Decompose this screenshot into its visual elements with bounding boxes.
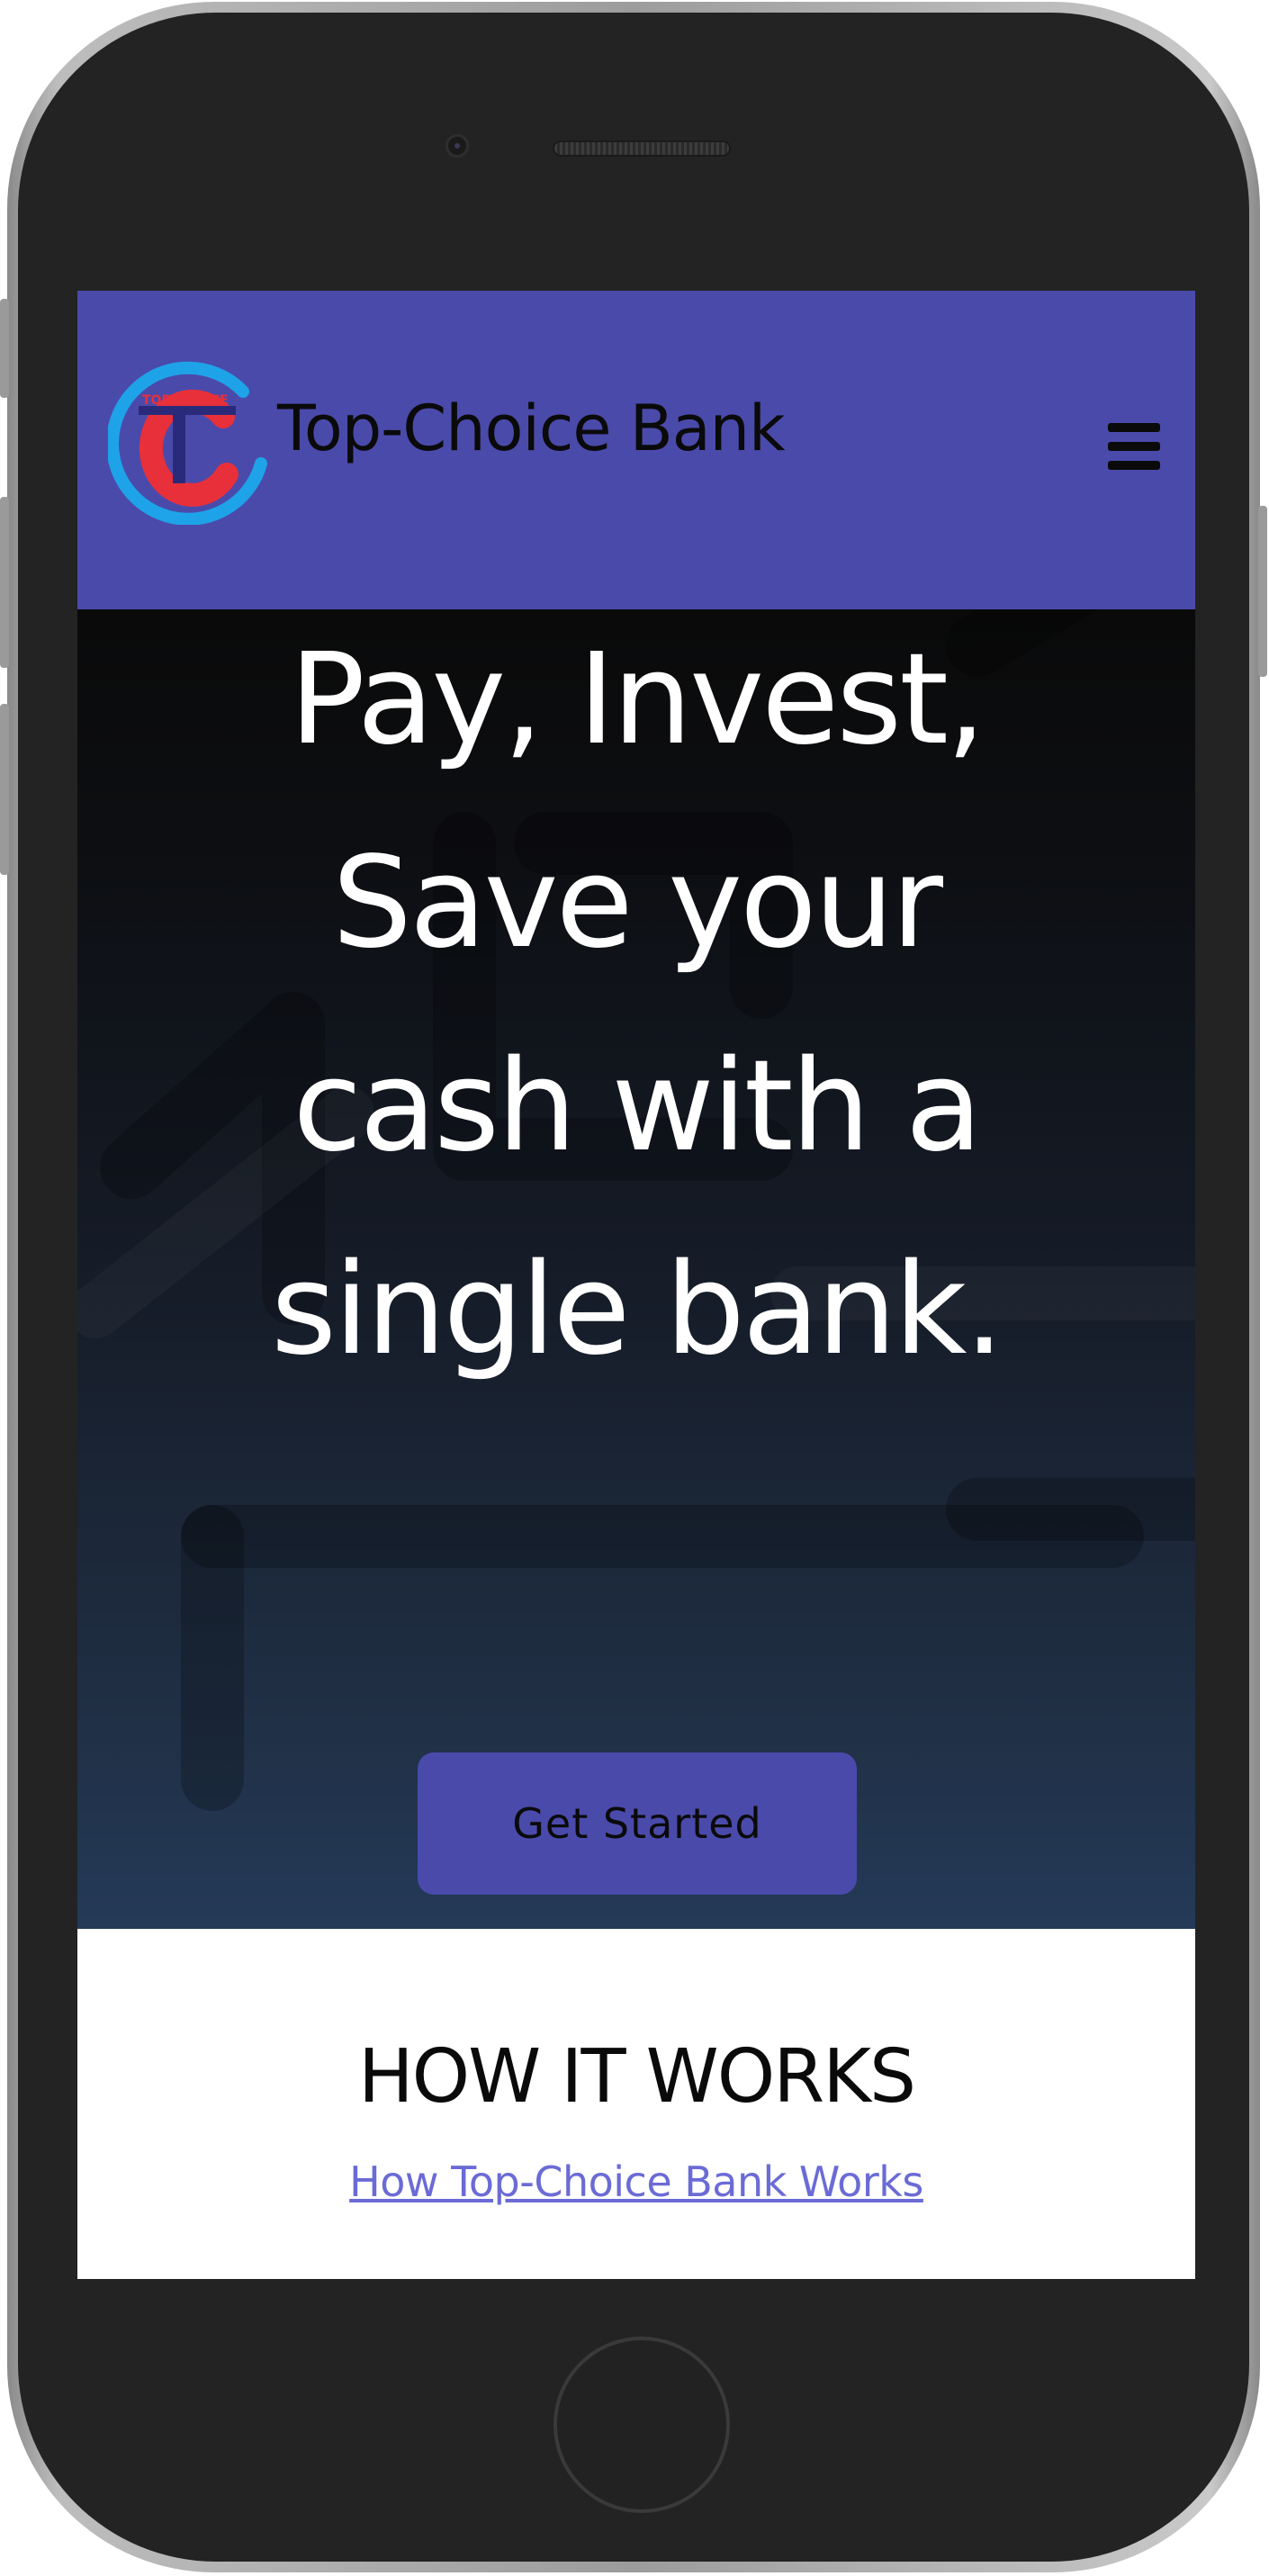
- logo-emblem: TOP CHOICE: [106, 361, 267, 526]
- navbar: TOP CHOICE Top-Choice Bank: [77, 291, 1195, 609]
- device-screen: TOP CHOICE Top-Choice Bank Pay, Invest, …: [77, 291, 1195, 2279]
- headline-line-4: single bank.: [271, 1237, 1004, 1383]
- brand-logo[interactable]: TOP CHOICE: [106, 357, 275, 526]
- how-it-works-section: HOW IT WORKS How Top-Choice Bank Works: [77, 1929, 1195, 2279]
- earpiece-speaker: [553, 140, 731, 157]
- brand-name[interactable]: Top-Choice Bank: [277, 397, 786, 460]
- get-started-button[interactable]: Get Started: [418, 1752, 857, 1895]
- phone-mockup: TOP CHOICE Top-Choice Bank Pay, Invest, …: [0, 2, 1267, 2572]
- headline-line-2: Save your: [332, 830, 943, 977]
- headline-line-3: cash with a: [292, 1033, 982, 1180]
- power-button: [1258, 506, 1267, 677]
- volume-up-button: [0, 497, 9, 668]
- headline-line-1: Pay, Invest,: [289, 626, 986, 773]
- mute-switch: [0, 299, 9, 398]
- hero-section: Pay, Invest, Save your cash with a singl…: [77, 609, 1195, 1929]
- logo-text: TOP CHOICE: [142, 393, 229, 408]
- volume-down-button: [0, 704, 9, 875]
- front-camera: [446, 134, 469, 158]
- how-it-works-title: HOW IT WORKS: [357, 2034, 916, 2120]
- hamburger-icon[interactable]: [1108, 423, 1160, 470]
- home-button[interactable]: [554, 2337, 730, 2513]
- hero-headline: Pay, Invest, Save your cash with a singl…: [131, 609, 1141, 1412]
- how-it-works-link[interactable]: How Top-Choice Bank Works: [77, 2157, 1195, 2206]
